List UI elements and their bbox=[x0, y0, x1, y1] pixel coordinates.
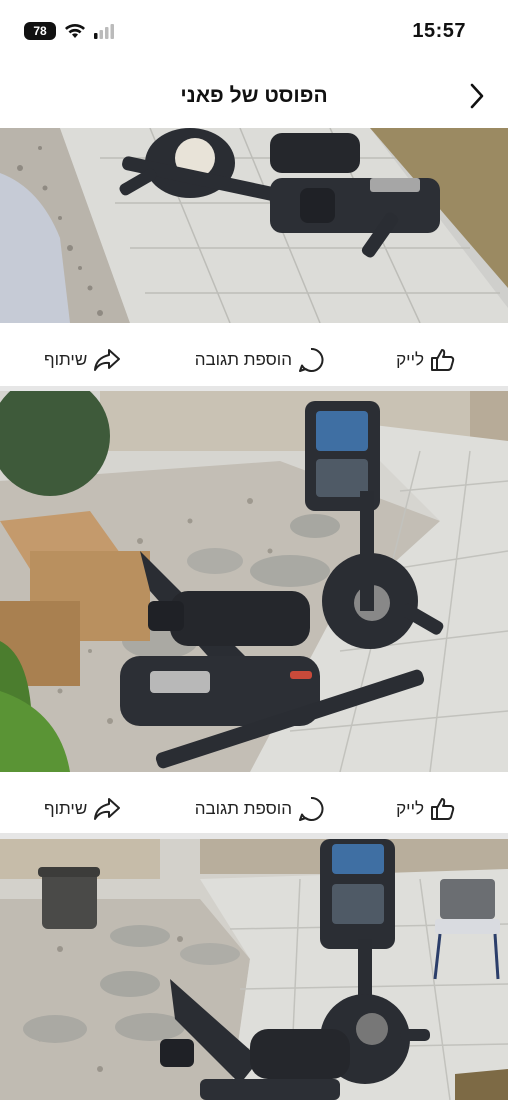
signal-icon bbox=[94, 24, 114, 39]
thumbs-up-icon bbox=[431, 798, 455, 820]
status-time: 15:57 bbox=[412, 20, 466, 42]
share-label: שיתוף bbox=[44, 350, 88, 369]
battery-icon: 78 bbox=[24, 22, 56, 40]
status-bar: 78 15:57 bbox=[0, 0, 508, 64]
comment-bubble-icon bbox=[299, 796, 324, 821]
like-label: לייק bbox=[396, 799, 424, 818]
back-button[interactable] bbox=[464, 82, 490, 110]
action-bar-1: לייק הוספת תגובה שיתוף bbox=[0, 328, 508, 388]
thumbs-up-icon bbox=[431, 349, 455, 371]
bike-photo-3 bbox=[0, 839, 508, 1100]
share-label: שיתוף bbox=[44, 799, 88, 818]
like-label: לייק bbox=[396, 350, 424, 369]
like-button[interactable]: לייק bbox=[396, 346, 456, 374]
bike-photo-2 bbox=[0, 391, 508, 772]
nav-header: הפוסט של פאני bbox=[0, 64, 508, 128]
comment-label: הוספת תגובה bbox=[194, 799, 292, 818]
comment-label: הוספת תגובה bbox=[194, 350, 292, 369]
comment-button[interactable]: הוספת תגובה bbox=[195, 346, 324, 374]
post-photo-1[interactable] bbox=[0, 128, 508, 323]
wifi-icon bbox=[65, 24, 85, 38]
like-button[interactable]: לייק bbox=[396, 795, 456, 823]
page-title: הפוסט של פאני bbox=[180, 84, 328, 107]
post-photo-3[interactable] bbox=[0, 839, 508, 1100]
share-button[interactable]: שיתוף bbox=[44, 795, 121, 823]
comment-button[interactable]: הוספת תגובה bbox=[195, 795, 324, 823]
share-button[interactable]: שיתוף bbox=[44, 346, 121, 374]
status-icons: 78 bbox=[24, 22, 116, 40]
post-photo-2[interactable] bbox=[0, 391, 508, 772]
share-arrow-icon bbox=[94, 349, 121, 371]
chevron-right-icon bbox=[470, 83, 484, 109]
action-bar-2: לייק הוספת תגובה שיתוף bbox=[0, 777, 508, 837]
share-arrow-icon bbox=[94, 798, 121, 820]
bike-photo-1 bbox=[0, 128, 508, 323]
comment-bubble-icon bbox=[299, 347, 324, 372]
